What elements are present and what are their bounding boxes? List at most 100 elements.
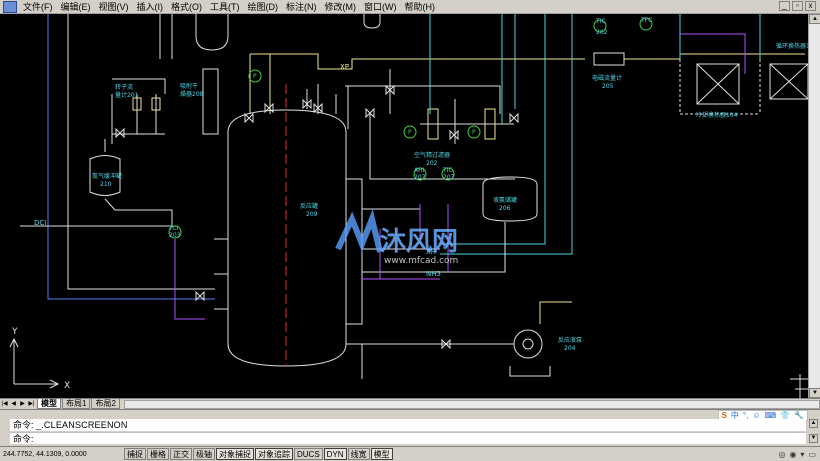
valve-2: [244, 112, 254, 124]
label-cooler: 冷却换热器104: [696, 111, 738, 119]
tray-icon-2[interactable]: ◉: [789, 450, 796, 459]
command-input-line[interactable]: 命令:: [10, 432, 806, 444]
scroll-up-icon[interactable]: ▲: [809, 14, 820, 24]
toggle-otrack[interactable]: 对象追踪: [255, 448, 293, 460]
menu-view[interactable]: 视图(V): [95, 0, 133, 14]
label-p-1: P: [253, 73, 257, 80]
tab-model[interactable]: 模型: [37, 399, 61, 409]
menu-insert[interactable]: 插入(I): [133, 0, 168, 14]
tray-icon-1[interactable]: ◎: [778, 450, 785, 459]
toggle-dyn[interactable]: DYN: [323, 448, 347, 460]
menu-bar: 文件(F) 编辑(E) 视图(V) 插入(I) 格式(O) 工具(T) 绘图(D…: [0, 0, 820, 14]
toggle-osnap[interactable]: 对象捕捉: [216, 448, 254, 460]
label-p-3: P: [472, 129, 476, 136]
toggle-ortho[interactable]: 正交: [170, 448, 192, 460]
toggle-snap[interactable]: 捕捉: [124, 448, 146, 460]
app-logo-icon[interactable]: [3, 0, 17, 13]
tab-layout2[interactable]: 布局2: [91, 399, 120, 409]
pipe-right-cyan: [429, 14, 516, 124]
pipe-xp-header: [249, 53, 585, 114]
watermark: [335, 209, 383, 253]
command-prompt: 命令:: [13, 420, 34, 430]
command-history-text: _.CLEANSCREENON: [36, 420, 128, 430]
vertical-scrollbar[interactable]: ▲ ▼: [808, 14, 820, 398]
label-tci-left: TCI: [168, 225, 179, 232]
cooler-104-x: [696, 63, 740, 105]
pipe-buffer: [104, 139, 173, 226]
menu-window[interactable]: 窗口(W): [360, 0, 401, 14]
menu-file[interactable]: 文件(F): [19, 0, 57, 14]
menu-edit[interactable]: 编辑(E): [57, 0, 95, 14]
pump-base: [509, 366, 551, 377]
label-pump: 反应液泵: [558, 336, 582, 344]
pipe-left-blue: [47, 14, 215, 300]
label-meter: 电磁流量计: [592, 74, 622, 82]
pipe-meter-out: [624, 53, 805, 60]
tab-nav-prev-icon[interactable]: ◀: [9, 400, 18, 409]
menu-format[interactable]: 格式(O): [167, 0, 206, 14]
status-bar: 244.7752, 44.1309, 0.0000 捕捉 栅格 正交 极轴 对象…: [0, 446, 820, 461]
corner-marks: [790, 374, 808, 398]
label-pump-num: 204: [564, 345, 576, 352]
label-dryer: 吸附干: [180, 82, 198, 90]
window-controls: _ ▫ x: [779, 1, 816, 11]
tray-icon-4[interactable]: ▭: [808, 450, 816, 459]
toggle-polar[interactable]: 极轴: [193, 448, 215, 460]
label-axis-x: X: [64, 381, 70, 391]
reactor-nozzles-left: [214, 238, 228, 310]
menu-draw[interactable]: 绘图(D): [244, 0, 283, 14]
status-tray: ◎ ◉ ▾ ▭: [778, 450, 820, 459]
vessel-top-mid: [363, 14, 381, 29]
watermark-logo-icon: [335, 209, 383, 253]
label-gas-tank-num: 210: [100, 181, 112, 188]
command-history-line: 命令: _.CLEANSCREENON: [10, 419, 806, 431]
scroll-down-icon[interactable]: ▼: [809, 388, 820, 398]
label-reactor: 反应罐: [300, 202, 318, 210]
toggle-lineweight[interactable]: 线宽: [347, 448, 370, 460]
tab-nav-last-icon[interactable]: ▶|: [27, 400, 36, 409]
command-window: S 中 °, ☺ ⌨ 👕 🔧 命令: _.CLEANSCREENON 命令: ▲…: [0, 409, 820, 446]
menu-dimension[interactable]: 标注(N): [282, 0, 321, 14]
tab-nav-next-icon[interactable]: ▶: [18, 400, 27, 409]
label-tfc-top: TFC: [640, 17, 652, 24]
cmd-scroll-down-icon[interactable]: ▼: [809, 434, 818, 443]
restore-button[interactable]: ▫: [792, 1, 803, 11]
label-dryer-num: 燥器208: [180, 90, 204, 98]
toggle-grid[interactable]: 栅格: [147, 448, 169, 460]
reactor-jacket: [345, 178, 363, 325]
valve-8: [449, 129, 459, 141]
tab-layout1[interactable]: 布局1: [62, 399, 91, 409]
cmd-scroll-up-icon[interactable]: ▲: [809, 419, 818, 428]
label-tic-top-num: 202: [596, 29, 608, 36]
menu-modify[interactable]: 修改(M): [321, 0, 361, 14]
close-button[interactable]: x: [805, 1, 816, 11]
minimize-button[interactable]: _: [779, 1, 790, 11]
ucs-icon: [9, 337, 60, 389]
label-air-filter-num: 202: [426, 160, 438, 167]
valve-1: [115, 127, 125, 139]
pipe-rotameter-group: [111, 94, 165, 144]
pump-body: [513, 329, 543, 359]
label-dci: DCI: [34, 219, 46, 227]
label-flowmeter-a: 转子流: [115, 83, 133, 91]
label-heater: 循环换热器105: [776, 42, 808, 50]
tab-nav-first-icon[interactable]: |◀: [0, 400, 9, 409]
label-tic-mid-num: 207: [443, 174, 455, 181]
label-liquid-tank: 液氨储罐: [493, 196, 517, 204]
heater-105-x: [769, 63, 808, 100]
label-nh3: NH3: [426, 270, 441, 278]
drawing-canvas[interactable]: XP TIC 202 TFC 电磁流量计 205 冷却换热器104 循环换热器1…: [0, 14, 808, 398]
label-xp: XP: [340, 63, 349, 71]
toggle-ducs[interactable]: DUCS: [294, 448, 323, 460]
tray-icon-3[interactable]: ▾: [800, 450, 804, 459]
layout-tabs-bar: |◀ ◀ ▶ ▶| 模型 布局1 布局2: [0, 398, 820, 409]
label-reactor-num: 209: [306, 211, 318, 218]
menu-tools[interactable]: 工具(T): [206, 0, 244, 14]
label-gas-tank: 氮气缓冲罐: [92, 172, 122, 180]
horizontal-scrollbar[interactable]: [123, 399, 820, 409]
toggle-model[interactable]: 模型: [370, 448, 393, 460]
menu-help[interactable]: 帮助(H): [401, 0, 440, 14]
pipe-pump-discharge: [539, 301, 572, 324]
vessel-top-left: [195, 14, 229, 51]
label-tci-left-num: 203: [169, 232, 181, 239]
